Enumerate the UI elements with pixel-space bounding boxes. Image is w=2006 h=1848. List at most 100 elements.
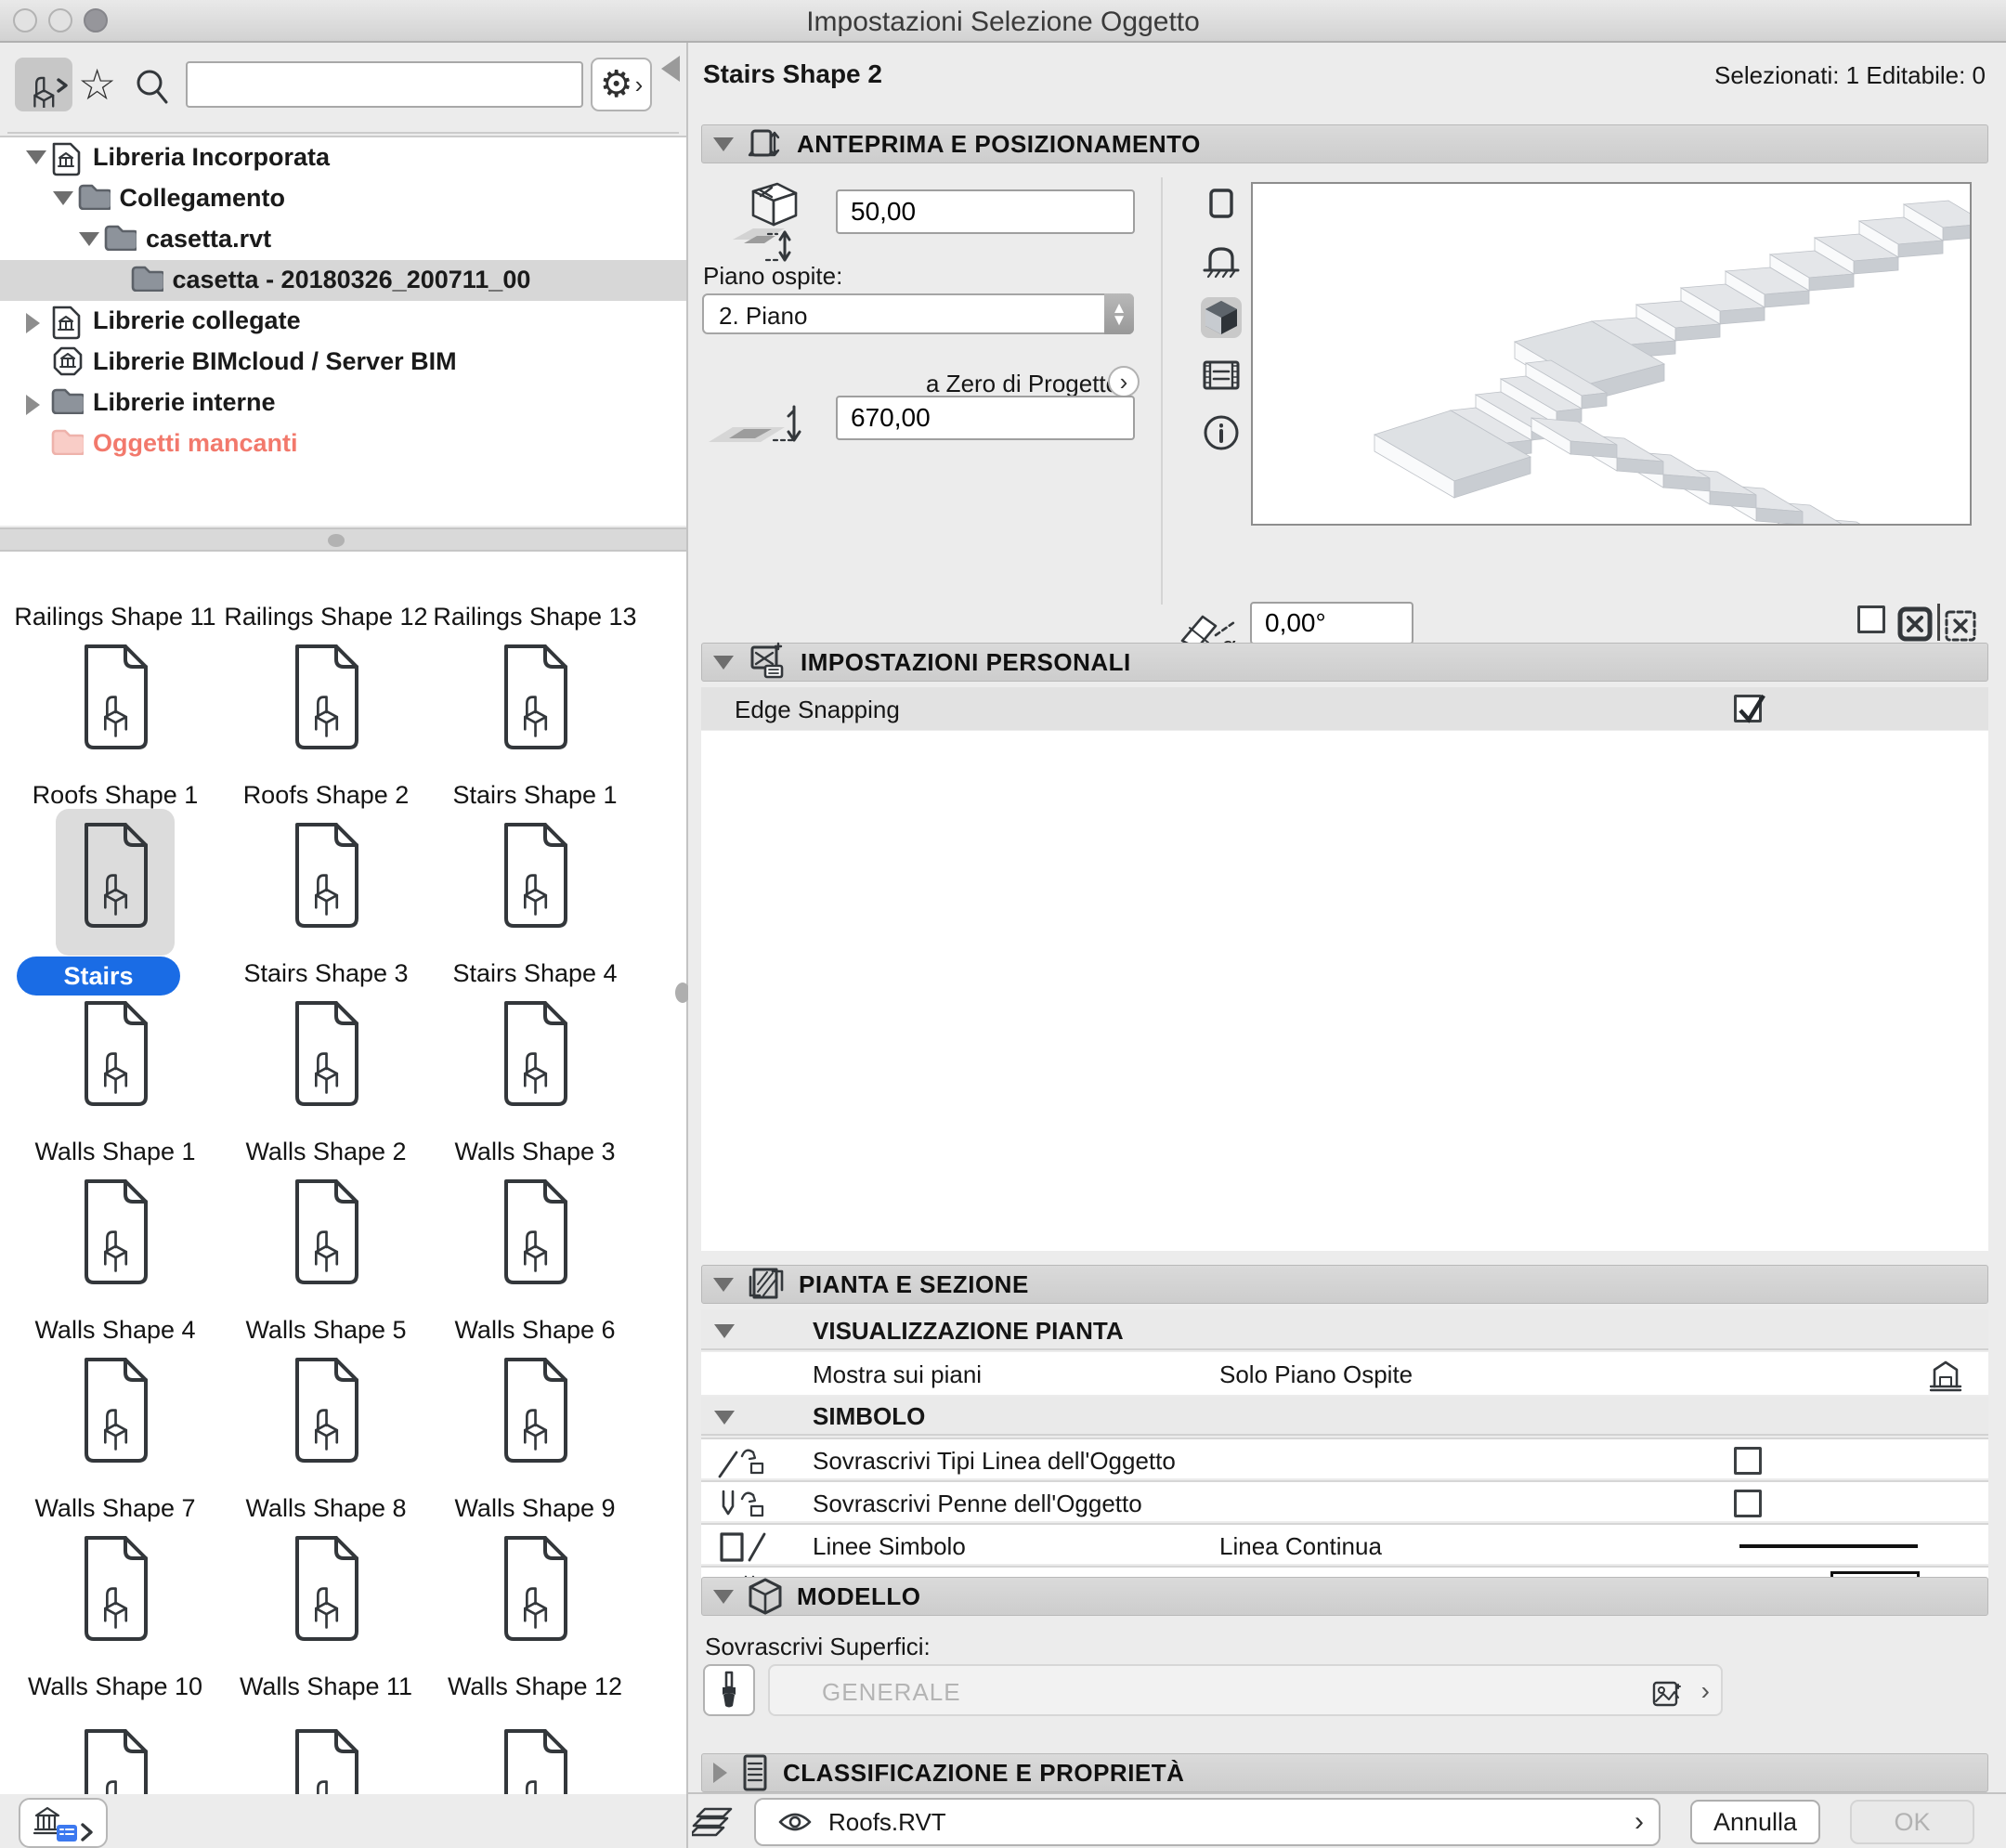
section-header-pianta[interactable]: PIANTA E SEZIONE: [701, 1265, 1988, 1304]
grid-item-label[interactable]: Railings Shape 12: [221, 603, 431, 631]
story-offset-input[interactable]: [836, 189, 1135, 234]
grid-item-walls-shape-8[interactable]: Walls Shape 8: [221, 1494, 431, 1523]
reference-level-chevron-button[interactable]: ›: [1108, 366, 1140, 397]
object-doc-chair-icon[interactable]: [286, 998, 366, 1112]
expander-down-icon[interactable]: [79, 232, 99, 246]
object-3d-preview[interactable]: [1251, 182, 1972, 526]
expander-right-icon[interactable]: [26, 313, 40, 333]
expander-down-icon[interactable]: [26, 150, 46, 164]
object-doc-chair-icon[interactable]: [286, 820, 366, 933]
grid-item-label[interactable]: Railings Shape 11: [10, 603, 220, 631]
section-header-modello[interactable]: MODELLO: [701, 1577, 1988, 1616]
view-2d-symbol-icon[interactable]: [1201, 182, 1242, 223]
view-movie-icon[interactable]: [1201, 355, 1242, 396]
view-info-icon[interactable]: [1201, 412, 1242, 453]
tree-item-casetta-20180326-200711-00[interactable]: casetta - 20180326_200711_00: [0, 260, 686, 301]
object-doc-chair-icon[interactable]: [495, 820, 575, 933]
mirror-checkbox[interactable]: [1857, 605, 1885, 633]
grid-item-walls-shape-6[interactable]: Walls Shape 6: [430, 1316, 640, 1345]
tree-item-oggetti-mancanti[interactable]: Oggetti mancanti: [0, 423, 686, 464]
collapse-panel-arrow-icon[interactable]: [661, 56, 680, 82]
object-doc-chair-icon[interactable]: [286, 1177, 366, 1290]
symbol-row-1[interactable]: Sovrascrivi Penne dell'Oggetto: [701, 1480, 1988, 1521]
grid-item-stairs-shape-3[interactable]: Stairs Shape 3: [221, 959, 431, 988]
row-checkbox[interactable]: [1734, 1447, 1762, 1475]
object-doc-chair-icon[interactable]: [75, 1177, 155, 1290]
settings-gear-button[interactable]: ⚙›: [591, 58, 652, 111]
object-doc-chair-icon[interactable]: [75, 642, 155, 755]
search-input[interactable]: [186, 61, 583, 108]
object-doc-chair-icon[interactable]: [286, 642, 366, 755]
grid-item-walls-shape-2[interactable]: Walls Shape 2: [221, 1138, 431, 1166]
line-sample[interactable]: [1739, 1544, 1918, 1548]
view-front-icon[interactable]: [1201, 240, 1242, 280]
expander-right-icon[interactable]: [26, 395, 40, 415]
panel-splitter-horizontal[interactable]: [0, 527, 686, 552]
host-story-select[interactable]: 2. Piano ▲▼: [702, 293, 1134, 334]
grid-item-stairs-shape-2[interactable]: Stairs Shape 2: [17, 957, 180, 996]
grid-item-walls-shape-3[interactable]: Walls Shape 3: [430, 1138, 640, 1166]
grid-item-walls-shape-10[interactable]: Walls Shape 10: [10, 1672, 220, 1701]
object-doc-chair-icon[interactable]: [75, 998, 155, 1112]
grid-item-stairs-shape-1[interactable]: Stairs Shape 1: [430, 781, 640, 810]
rotation-angle-input[interactable]: [1250, 602, 1413, 644]
grid-item-walls-shape-7[interactable]: Walls Shape 7: [10, 1494, 220, 1523]
expander-down-icon[interactable]: [53, 191, 73, 205]
edge-snapping-checkbox[interactable]: [1734, 695, 1762, 722]
object-doc-chair-icon[interactable]: [75, 1355, 155, 1468]
object-doc-chair-icon[interactable]: [286, 1726, 366, 1794]
elevation-input[interactable]: [836, 396, 1135, 440]
tree-item-librerie-interne[interactable]: Librerie interne: [0, 383, 686, 423]
eye-icon[interactable]: [776, 1808, 814, 1836]
object-doc-chair-icon[interactable]: [75, 1533, 155, 1646]
grid-item-walls-shape-9[interactable]: Walls Shape 9: [430, 1494, 640, 1523]
tree-item-librerie-collegate[interactable]: Librerie collegate: [0, 301, 686, 342]
cancel-button[interactable]: Annulla: [1690, 1800, 1820, 1844]
grid-item-label[interactable]: Railings Shape 13: [430, 603, 640, 631]
select-stepper-icon[interactable]: ▲▼: [1104, 293, 1134, 334]
grid-item-roofs-shape-2[interactable]: Roofs Shape 2: [221, 781, 431, 810]
section-header-anteprima[interactable]: ANTEPRIMA E POSIZIONAMENTO: [701, 124, 1988, 163]
tree-item-libreria-incorporata[interactable]: Libreria Incorporata: [0, 137, 686, 178]
object-doc-chair-icon[interactable]: [75, 1726, 155, 1794]
symbol-row-0[interactable]: Sovrascrivi Tipi Linea dell'Oggetto: [701, 1438, 1988, 1478]
grid-item-walls-shape-1[interactable]: Walls Shape 1: [10, 1138, 220, 1166]
grid-item-roofs-shape-1[interactable]: Roofs Shape 1: [10, 781, 220, 810]
grid-item-walls-shape-4[interactable]: Walls Shape 4: [10, 1316, 220, 1345]
layers-icon[interactable]: [692, 1798, 749, 1846]
surface-override-field[interactable]: GENERALE ›: [768, 1664, 1723, 1716]
layer-field[interactable]: Roofs.RVT ›: [754, 1798, 1661, 1846]
library-view-button[interactable]: [19, 1798, 108, 1848]
subheader-simbolo[interactable]: SIMBOLO: [701, 1397, 1988, 1436]
tree-item-collegamento[interactable]: Collegamento: [0, 178, 686, 219]
tree-item-librerie-bimcloud-server-bim[interactable]: Librerie BIMcloud / Server BIM: [0, 342, 686, 383]
paint-brush-button[interactable]: [703, 1664, 755, 1716]
mostra-sui-piani-row[interactable]: Mostra sui piani Solo Piano Ospite: [701, 1352, 1988, 1395]
view-3d-icon[interactable]: [1201, 297, 1242, 338]
object-doc-chair-icon[interactable]: [495, 1726, 575, 1794]
object-doc-chair-icon[interactable]: [495, 1177, 575, 1290]
ok-button[interactable]: OK: [1850, 1800, 1974, 1844]
mirror-on-icon[interactable]: [1896, 604, 1934, 644]
section-header-personali[interactable]: IMPOSTAZIONI PERSONALI: [701, 643, 1988, 682]
favorites-star-icon[interactable]: ☆: [78, 63, 116, 106]
object-doc-chair-icon[interactable]: [286, 1355, 366, 1468]
section-header-classificazione[interactable]: CLASSIFICAZIONE E PROPRIETÀ: [701, 1753, 1988, 1792]
object-doc-chair-icon[interactable]: [495, 1355, 575, 1468]
grid-item-walls-shape-5[interactable]: Walls Shape 5: [221, 1316, 431, 1345]
symbol-row-2[interactable]: Linee Simbolo Linea Continua: [701, 1523, 1988, 1564]
tree-item-casetta-rvt[interactable]: casetta.rvt: [0, 219, 686, 260]
object-doc-chair-icon[interactable]: [75, 820, 155, 933]
search-icon[interactable]: [134, 67, 171, 106]
grid-item-stairs-shape-4[interactable]: Stairs Shape 4: [430, 959, 640, 988]
row-checkbox[interactable]: [1734, 1490, 1762, 1517]
object-doc-chair-icon[interactable]: [495, 998, 575, 1112]
subheader-visualizzazione[interactable]: VISUALIZZAZIONE PIANTA: [701, 1309, 1988, 1350]
mirror-off-icon[interactable]: [1944, 605, 1979, 646]
object-browser-button[interactable]: [15, 58, 72, 111]
object-doc-chair-icon[interactable]: [286, 1533, 366, 1646]
grid-item-walls-shape-12[interactable]: Walls Shape 12: [430, 1672, 640, 1701]
object-doc-chair-icon[interactable]: [495, 1533, 575, 1646]
object-doc-chair-icon[interactable]: [495, 642, 575, 755]
grid-item-walls-shape-11[interactable]: Walls Shape 11: [221, 1672, 431, 1701]
